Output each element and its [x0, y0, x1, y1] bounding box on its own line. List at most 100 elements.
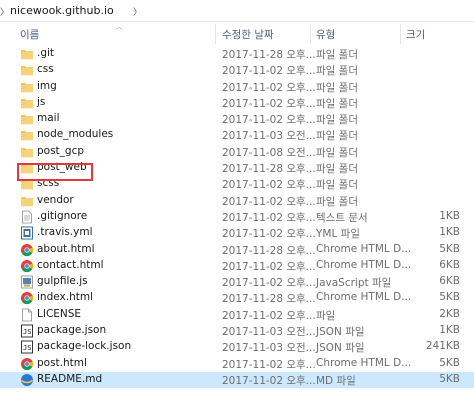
file-row[interactable]: .git 2017-11-28 오후... 파일 폴더 — [0, 46, 474, 62]
file-type: 파일 폴더 — [316, 179, 358, 192]
file-name: index.html — [37, 291, 93, 304]
file-type: Chrome HTML D... — [316, 258, 412, 271]
file-row[interactable]: js 2017-11-02 오후... 파일 폴더 — [0, 95, 474, 111]
folder-icon — [20, 96, 34, 110]
folder-icon — [20, 63, 34, 77]
blank-file-icon — [20, 308, 34, 322]
file-row[interactable]: index.html 2017-11-28 오후... Chrome HTML D.… — [0, 290, 474, 306]
file-size: 1KB — [439, 209, 460, 222]
file-type: 파일 폴더 — [316, 49, 358, 61]
file-row[interactable]: contact.html 2017-11-02 오후... Chrome HTML … — [0, 258, 474, 274]
file-name: post_gcp — [37, 144, 85, 157]
file-type: 파일 폴더 — [316, 81, 358, 94]
file-name: .gitignore — [37, 209, 88, 222]
file-type: 파일 폴더 — [316, 97, 358, 110]
svg-text:JS: JS — [23, 344, 31, 352]
column-divider[interactable] — [215, 24, 216, 44]
file-type: 파일 폴더 — [316, 195, 358, 208]
file-date: 2017-11-28 오후... — [222, 163, 316, 176]
file-size: 5KB — [439, 356, 460, 369]
file-date: 2017-11-02 오후... — [222, 81, 316, 94]
file-row[interactable]: post.html 2017-11-02 오후... Chrome HTML D..… — [0, 356, 474, 372]
file-date: 2017-11-02 오후... — [222, 195, 316, 208]
file-date: 2017-11-02 오후... — [222, 358, 316, 371]
file-date: 2017-11-28 오후... — [222, 244, 316, 257]
file-type: 파일 폴더 — [316, 163, 358, 176]
file-name: .git — [37, 47, 55, 59]
file-row[interactable]: vendor 2017-11-02 오후... 파일 폴더 — [0, 193, 474, 209]
file-type: Chrome HTML D... — [316, 356, 412, 369]
file-row[interactable]: img 2017-11-02 오후... 파일 폴더 — [0, 79, 474, 95]
file-type: 파일 폴더 — [316, 146, 358, 159]
annotation-highlight-box — [17, 163, 93, 181]
file-size: 241KB — [425, 340, 460, 353]
address-breadcrumb: 〉 nicewook.github.io 〉 — [0, 0, 474, 22]
column-size[interactable]: 크기 — [406, 22, 425, 46]
file-date: 2017-11-02 오후... — [222, 211, 316, 224]
file-row[interactable]: node_modules 2017-11-03 오전... 파일 폴더 — [0, 127, 474, 143]
folder-icon — [20, 47, 34, 61]
file-row[interactable]: about.html 2017-11-28 오후... Chrome HTML D.… — [0, 242, 474, 258]
file-date: 2017-11-03 오전... — [222, 130, 316, 143]
chrome-icon — [20, 357, 34, 371]
file-type: 텍스트 문서 — [316, 211, 368, 224]
md-file-icon — [20, 373, 34, 387]
file-date: 2017-11-02 오후... — [222, 309, 316, 322]
file-row[interactable]: JS package-lock.json 2017-11-03 오전... JSON … — [0, 339, 474, 355]
file-name: package-lock.json — [37, 340, 132, 353]
file-type: 파일 폴더 — [316, 114, 358, 127]
file-size: 6KB — [439, 275, 460, 288]
file-size: 5KB — [439, 242, 460, 255]
file-row[interactable]: .travis.yml 2017-11-02 오후... YML 파일 1KB — [0, 225, 474, 241]
json-file-icon: JS — [20, 324, 34, 338]
file-type: Chrome HTML D... — [316, 291, 412, 304]
breadcrumb-path[interactable]: nicewook.github.io — [4, 4, 114, 17]
file-date: 2017-11-08 오전... — [222, 146, 316, 159]
file-type: YML 파일 — [316, 228, 360, 241]
file-size: 1KB — [439, 226, 460, 239]
column-date[interactable]: 수정한 날짜 — [222, 22, 274, 46]
file-size: 2KB — [439, 307, 460, 320]
sort-ascending-icon: ︿ — [115, 22, 123, 31]
file-name: package.json — [37, 324, 107, 337]
file-row[interactable]: .gitignore 2017-11-02 오후... 텍스트 문서 1KB — [0, 209, 474, 225]
file-date: 2017-11-02 오후... — [222, 260, 316, 273]
file-row[interactable]: css 2017-11-02 오후... 파일 폴더 — [0, 62, 474, 78]
file-type: JSON 파일 — [316, 342, 365, 355]
file-row[interactable]: gulpfile.js 2017-11-02 오후... JavaScript 파일… — [0, 274, 474, 290]
column-divider[interactable] — [400, 24, 401, 44]
file-row[interactable]: mail 2017-11-02 오후... 파일 폴더 — [0, 111, 474, 127]
file-date: 2017-11-02 오후... — [222, 277, 316, 290]
file-type: 파일 — [316, 309, 336, 322]
file-name: css — [37, 63, 54, 76]
file-row[interactable]: README.md 2017-11-02 오후... MD 파일 5KB — [0, 371, 474, 389]
file-name: post.html — [37, 356, 87, 369]
file-row[interactable]: JS package.json 2017-11-03 오전... JSON 파일 1KB — [0, 323, 474, 339]
chrome-icon — [20, 259, 34, 273]
file-date: 2017-11-02 오후... — [222, 97, 316, 110]
file-date: 2017-11-03 오전... — [222, 326, 316, 339]
file-name: js — [37, 95, 46, 108]
file-type: 파일 폴더 — [316, 65, 358, 78]
column-type[interactable]: 유형 — [316, 22, 335, 46]
file-name: node_modules — [37, 128, 114, 141]
file-date: 2017-11-02 오후... — [222, 179, 316, 192]
file-name: README.md — [37, 372, 103, 385]
file-date: 2017-11-28 오후... — [222, 293, 316, 306]
file-size: 6KB — [439, 258, 460, 271]
file-name: .travis.yml — [37, 226, 93, 239]
file-row[interactable]: post_gcp 2017-11-08 오전... 파일 폴더 — [0, 144, 474, 160]
folder-icon — [20, 194, 34, 208]
file-date: 2017-11-03 오전... — [222, 342, 316, 355]
file-type: JSON 파일 — [316, 326, 365, 339]
file-name: LICENSE — [37, 307, 82, 320]
column-name[interactable]: 이름 — [20, 22, 39, 46]
file-list: .git 2017-11-28 오후... 파일 폴더 css 2017-11-02 오… — [0, 46, 474, 389]
file-row[interactable]: LICENSE 2017-11-02 오후... 파일 2KB — [0, 307, 474, 323]
file-date: 2017-11-02 오후... — [222, 374, 316, 387]
file-date: 2017-11-02 오후... — [222, 65, 316, 78]
js-file-icon — [20, 275, 34, 289]
svg-text:JS: JS — [23, 328, 31, 336]
column-divider[interactable] — [310, 24, 311, 44]
chevron-right-icon[interactable]: 〉 — [133, 5, 142, 18]
